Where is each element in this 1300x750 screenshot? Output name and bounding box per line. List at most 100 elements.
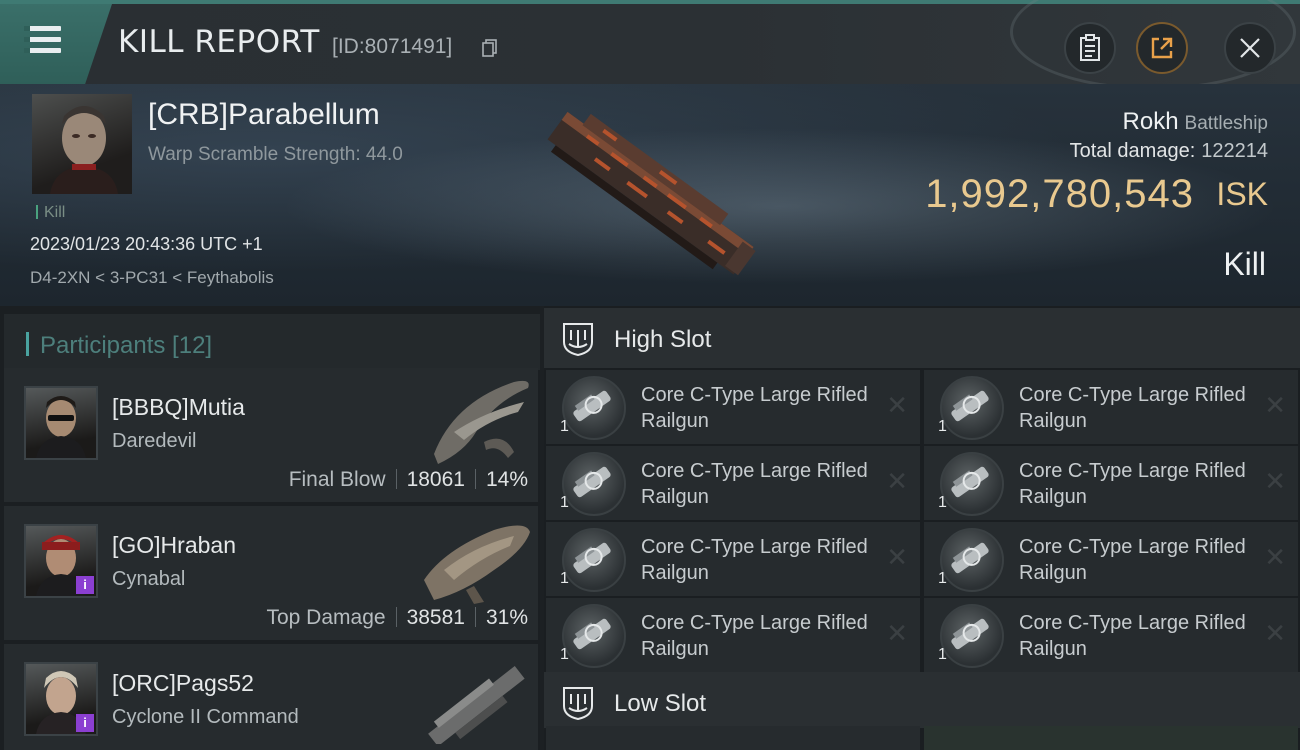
- railgun-icon: [940, 528, 1004, 592]
- character-portrait-icon: [50, 106, 118, 194]
- menu-icon: [27, 26, 61, 31]
- module-item[interactable]: 1 Core C-Type Large Rifled Railgun ✕: [546, 522, 920, 596]
- module-item[interactable]: 1 Core C-Type Large Rifled Railgun ✕: [924, 370, 1298, 444]
- module-qty: 1: [938, 646, 947, 663]
- module-item[interactable]: 1 Core C-Type Large Rifled Railgun ✕: [546, 370, 920, 444]
- info-badge[interactable]: i: [76, 576, 94, 594]
- railgun-icon: [562, 452, 626, 516]
- menu-button[interactable]: [0, 4, 112, 84]
- close-icon: [1240, 38, 1260, 58]
- victim-ship-image[interactable]: [525, 104, 775, 284]
- stat-label: Top Damage: [266, 606, 386, 629]
- participant-name: [GO]Hraban: [112, 532, 236, 558]
- module-name: Core C-Type Large Rifled Railgun: [1019, 536, 1246, 584]
- character-portrait-icon: [36, 396, 86, 458]
- module-item[interactable]: 1 Core C-Type Large Rifled Railgun ✕: [924, 598, 1298, 672]
- page-title: KILL REPORT: [118, 24, 320, 60]
- remove-icon[interactable]: ✕: [1264, 390, 1286, 421]
- module-qty: 1: [560, 418, 569, 435]
- participant-row[interactable]: i [ORC]Pags52 Cyclone II Command: [4, 644, 538, 750]
- clipboard-button[interactable]: [1064, 22, 1116, 74]
- remove-icon[interactable]: ✕: [886, 390, 908, 421]
- module-name: Core C-Type Large Rifled Railgun: [1019, 384, 1246, 432]
- module-name: Core C-Type Large Rifled Railgun: [641, 460, 868, 508]
- participant-percent: 31%: [485, 606, 528, 629]
- kill-tag: Kill: [36, 204, 65, 222]
- module-name: Core C-Type Large Rifled Railgun: [1019, 612, 1246, 660]
- low-slot-label: Low Slot: [614, 690, 707, 717]
- module-item[interactable]: [546, 726, 920, 750]
- low-slot-icon: [563, 687, 593, 720]
- high-slot-icon: [563, 323, 593, 356]
- high-slot-label: High Slot: [614, 326, 712, 353]
- total-damage: Total damage: 122214: [1070, 140, 1268, 163]
- railgun-icon: [940, 452, 1004, 516]
- participant-damage: 18061: [406, 468, 465, 491]
- total-damage-value: 122214: [1201, 140, 1268, 162]
- victim-portrait[interactable]: [32, 94, 132, 194]
- module-name: Core C-Type Large Rifled Railgun: [641, 384, 868, 432]
- remove-icon[interactable]: ✕: [886, 466, 908, 497]
- participants-label: Participants [12]: [40, 332, 213, 359]
- clipboard-icon: [1080, 34, 1100, 61]
- result-label: Kill: [1223, 246, 1266, 282]
- participant-stats: Top Damage 38581 31%: [266, 606, 528, 630]
- remove-icon[interactable]: ✕: [1264, 466, 1286, 497]
- participant-name: [ORC]Pags52: [112, 670, 254, 696]
- ship-image: [428, 665, 525, 744]
- share-icon: [1151, 37, 1173, 59]
- participant-row[interactable]: i [GO]Hraban Cynabal Top Damage 38581 31%: [4, 506, 538, 640]
- module-item[interactable]: 1 Core C-Type Large Rifled Railgun ✕: [924, 446, 1298, 520]
- isk-unit: ISK: [1216, 176, 1268, 212]
- module-item[interactable]: 1 Core C-Type Large Rifled Railgun ✕: [546, 598, 920, 672]
- avatar[interactable]: [24, 386, 98, 460]
- railgun-icon: [562, 528, 626, 592]
- ship-class: Battleship: [1184, 113, 1268, 134]
- info-badge[interactable]: i: [76, 714, 94, 732]
- copy-icon[interactable]: [482, 39, 498, 57]
- module-qty: 1: [560, 570, 569, 587]
- avatar[interactable]: i: [24, 524, 98, 598]
- isk-value: 1,992,780,543: [925, 172, 1194, 216]
- remove-icon[interactable]: ✕: [886, 618, 908, 649]
- low-slot-header[interactable]: Low Slot: [544, 672, 1300, 728]
- victim-summary: [CRB]Parabellum Warp Scramble Strength: …: [0, 84, 1300, 306]
- kill-timestamp: 2023/01/23 20:43:36 UTC +1: [30, 234, 263, 254]
- module-name: Core C-Type Large Rifled Railgun: [641, 612, 868, 660]
- module-item[interactable]: 1 Core C-Type Large Rifled Railgun ✕: [546, 446, 920, 520]
- kill-location[interactable]: D4-2XN < 3-PC31 < Feythabolis: [30, 268, 274, 288]
- share-button[interactable]: [1136, 22, 1188, 74]
- participant-ship: Cyclone II Command: [112, 706, 299, 728]
- close-button[interactable]: [1224, 22, 1276, 74]
- remove-icon[interactable]: ✕: [1264, 618, 1286, 649]
- total-damage-label: Total damage:: [1069, 140, 1196, 162]
- module-qty: 1: [560, 646, 569, 663]
- kill-id: [ID:8071491]: [332, 35, 453, 58]
- participant-ship: Cynabal: [112, 568, 186, 590]
- victim-name[interactable]: [CRB]Parabellum: [148, 98, 380, 132]
- participants-panel: Participants [12] [BBBQ]Mutia Daredevil …: [0, 306, 540, 750]
- module-item[interactable]: 1 Core C-Type Large Rifled Railgun ✕: [924, 522, 1298, 596]
- warp-scramble-strength: Warp Scramble Strength: 44.0: [148, 144, 403, 165]
- high-slot-header[interactable]: High Slot: [544, 308, 1300, 368]
- top-bar: KILL REPORT [ID:8071491]: [0, 0, 1300, 90]
- participant-damage: 38581: [406, 606, 465, 629]
- remove-icon[interactable]: ✕: [1264, 542, 1286, 573]
- fitting-panel: High Slot 1 Core C-Type Large Rifled Rai…: [544, 306, 1300, 750]
- remove-icon[interactable]: ✕: [886, 542, 908, 573]
- ship-image: [434, 380, 529, 464]
- participant-name: [BBBQ]Mutia: [112, 394, 245, 420]
- participant-row[interactable]: [BBBQ]Mutia Daredevil Final Blow 18061 14%: [4, 368, 538, 502]
- avatar[interactable]: i: [24, 662, 98, 736]
- railgun-icon: [940, 604, 1004, 668]
- stat-label: Final Blow: [288, 468, 386, 491]
- participants-header[interactable]: Participants [12]: [4, 314, 540, 370]
- ship-name: Rokh: [1122, 108, 1179, 135]
- module-qty: 1: [938, 494, 947, 511]
- participant-percent: 14%: [485, 468, 528, 491]
- railgun-icon: [562, 376, 626, 440]
- victim-ship-info[interactable]: Rokh Battleship: [1123, 108, 1268, 136]
- module-qty: 1: [560, 494, 569, 511]
- module-qty: 1: [938, 418, 947, 435]
- module-item[interactable]: [924, 726, 1298, 750]
